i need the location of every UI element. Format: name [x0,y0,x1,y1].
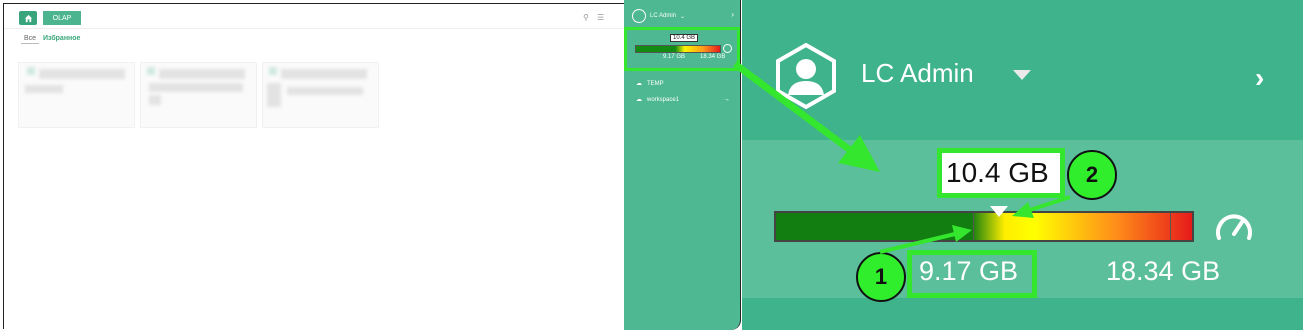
bar-tick [1170,213,1171,240]
chevron-right-icon[interactable]: › [731,10,734,19]
filter-favorites[interactable]: Избранное [43,35,80,42]
storage-widget-highlight: 10.4 GB 9.17 GB 18.34 GB [624,27,740,71]
storage-max-label: 18.34 GB [700,54,726,60]
gauge-icon[interactable] [723,44,732,53]
avatar-icon [632,9,646,23]
blurred-card[interactable] [18,62,135,128]
top-bar: OLAP ⚲ ☰ [4,4,625,29]
workspace-label: TEMP [647,80,664,87]
storage-max-label: 18.34 GB [1106,256,1221,286]
user-name[interactable]: LC Admin [861,58,974,89]
filter-all[interactable]: Все [21,35,40,44]
user-name: LC Admin [650,13,677,19]
workspace-item-workspace1[interactable]: ☁ workspace1 [636,96,680,104]
blurred-card[interactable] [262,62,379,128]
avatar-icon[interactable] [773,43,839,109]
storage-used-label: 10.4 GB [946,157,1049,188]
sidebar: LC Admin ⌄ › 10.4 GB 9.17 GB 18.34 GB ☁ … [624,0,741,330]
bar-tick [973,213,974,240]
user-menu[interactable]: LC Admin ⌄ [632,9,685,23]
usage-marker [990,206,1008,217]
gauge-icon[interactable] [1214,210,1254,242]
chevron-right-icon[interactable]: › [1255,62,1264,94]
cloud-icon: ☁ [636,97,642,103]
badge-1: 1 [856,252,906,302]
badge-2: 2 [1067,150,1117,200]
home-button[interactable] [19,11,37,25]
caret-down-icon: ⌄ [680,13,686,20]
storage-used-label: 10.4 GB [670,34,699,42]
screenshot-frame: OLAP ⚲ ☰ Все Избранное LC Admin ⌄ › 10.4… [0,0,1303,330]
storage-bar [774,211,1194,242]
menu-icon[interactable]: ☰ [597,14,604,22]
caret-down-icon[interactable] [1013,70,1031,80]
app-window: OLAP ⚲ ☰ Все Избранное [3,3,625,329]
search-icon[interactable]: ⚲ [583,14,589,22]
storage-min-label: 9.17 GB [663,54,686,60]
arrow-right-icon[interactable]: → [723,96,730,103]
tab-olap[interactable]: OLAP [43,11,81,25]
cloud-icon: ☁ [636,81,642,87]
blurred-card[interactable] [140,62,257,128]
storage-bar [635,45,721,53]
storage-min-label: 9.17 GB [919,256,1019,286]
workspace-item-temp[interactable]: ☁ TEMP [636,80,664,88]
home-icon [24,14,32,22]
workspace-label: workspace1 [647,96,680,103]
